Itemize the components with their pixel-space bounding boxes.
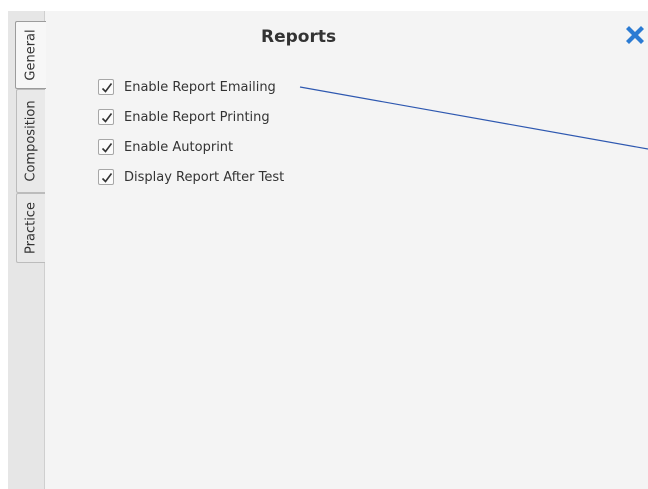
checkbox-box[interactable] — [98, 79, 114, 95]
checkbox-box[interactable] — [98, 169, 114, 185]
checkmark-icon — [101, 83, 113, 93]
checkbox-label: Enable Report Printing — [124, 109, 270, 125]
checkbox-label: Display Report After Test — [124, 169, 285, 185]
close-x-icon — [626, 26, 644, 44]
checkbox-enable-report-emailing[interactable]: Enable Report Emailing — [98, 77, 276, 97]
checkbox-enable-report-printing[interactable]: Enable Report Printing — [98, 107, 270, 127]
checkmark-icon — [101, 113, 113, 123]
checkbox-box[interactable] — [98, 139, 114, 155]
settings-dialog: General Composition Practice Reports Ena… — [8, 11, 648, 489]
checkbox-label: Enable Autoprint — [124, 139, 234, 155]
tab-practice[interactable]: Practice — [16, 193, 45, 263]
tab-composition[interactable]: Composition — [16, 89, 45, 193]
dialog-title: Reports — [261, 27, 337, 47]
checkmark-icon — [101, 173, 113, 183]
tab-general-label: General — [23, 29, 39, 81]
checkbox-box[interactable] — [98, 109, 114, 125]
checkmark-icon — [101, 143, 113, 153]
checkbox-label: Enable Report Emailing — [124, 79, 276, 95]
checkbox-display-report-after-test[interactable]: Display Report After Test — [98, 167, 284, 187]
checkbox-enable-autoprint[interactable]: Enable Autoprint — [98, 137, 233, 157]
tab-composition-label: Composition — [23, 100, 39, 182]
tab-general[interactable]: General — [15, 21, 46, 89]
tab-practice-label: Practice — [23, 202, 39, 254]
close-button[interactable] — [622, 22, 648, 48]
